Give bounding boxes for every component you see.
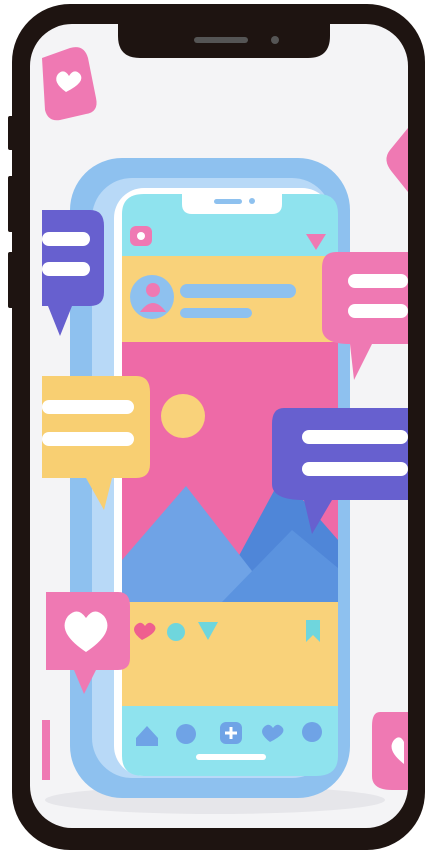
bubble-line — [348, 274, 408, 288]
bubble-line — [42, 262, 90, 276]
caption-bar — [180, 308, 252, 318]
side-button-low — [8, 252, 14, 308]
bubble-bottom-left — [42, 720, 50, 780]
illustration-scene — [8, 4, 425, 850]
photo-sun — [161, 394, 205, 438]
profile-icon — [302, 722, 322, 742]
speaker-grille — [194, 37, 248, 43]
bubble-line — [42, 400, 134, 414]
device-frame — [0, 0, 431, 852]
phone-speaker — [214, 199, 242, 204]
side-button-top — [8, 116, 14, 150]
camera-icon-lens — [137, 232, 145, 240]
avatar — [130, 275, 174, 319]
bubble-line — [302, 462, 408, 476]
home-indicator — [196, 754, 266, 760]
bubble-line — [348, 304, 408, 318]
phone-camera — [249, 198, 255, 204]
avatar-head — [146, 283, 160, 297]
post-actions — [122, 602, 338, 706]
front-camera — [271, 36, 279, 44]
bubble-line — [302, 430, 408, 444]
comment-icon — [167, 623, 185, 641]
side-button-mid — [8, 176, 14, 232]
bubble-line — [42, 232, 90, 246]
bubble-line — [42, 432, 134, 446]
search-icon — [176, 724, 196, 744]
username-bar — [180, 284, 296, 298]
